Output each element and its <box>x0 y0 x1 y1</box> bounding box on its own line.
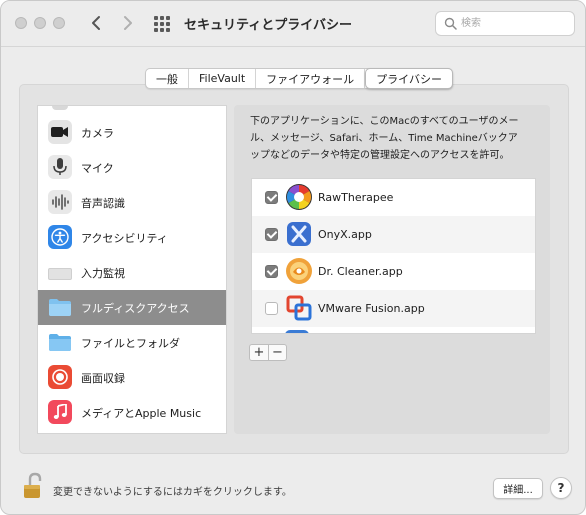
search-field[interactable] <box>435 11 575 36</box>
chevron-right-icon <box>124 16 132 30</box>
close-window-button[interactable] <box>15 17 27 29</box>
speech-recognition-icon <box>48 190 72 214</box>
folder-icon <box>48 295 72 319</box>
window: セキュリティとプライバシー 一般 FileVault ファイアウォール プライバ… <box>0 0 586 515</box>
remove-app-button[interactable]: − <box>268 344 287 361</box>
app-checkbox[interactable] <box>265 302 278 315</box>
location-services-icon <box>52 106 68 110</box>
sidebar-item-label: カメラ <box>81 127 114 140</box>
sidebar-item-accessibility[interactable]: アクセシビリティ <box>38 220 226 255</box>
forward-button[interactable] <box>117 11 139 35</box>
keyboard-icon <box>48 260 72 284</box>
app-name: VMware Fusion.app <box>318 302 425 315</box>
tab-privacy[interactable]: プライバシー <box>365 68 453 89</box>
back-button[interactable] <box>85 11 107 35</box>
list-item[interactable]: OnyX.app <box>252 216 535 253</box>
camera-icon <box>48 120 72 144</box>
onyx-icon <box>285 220 313 248</box>
list-item[interactable]: VMware Fusion.app <box>252 290 535 327</box>
sidebar-item-label: 画面収録 <box>81 372 125 385</box>
window-title: セキュリティとプライバシー <box>184 18 352 33</box>
music-icon <box>48 400 72 424</box>
sidebar-item-screen-recording[interactable]: 画面収録 <box>38 360 226 395</box>
sidebar-item-camera[interactable]: カメラ <box>38 115 226 150</box>
screen-recording-icon <box>48 365 72 389</box>
sidebar-item-label: メディアとApple Music <box>81 407 202 420</box>
tab-bar: 一般 FileVault ファイアウォール プライバシー <box>145 68 453 89</box>
search-input[interactable] <box>461 15 569 32</box>
allowed-apps-list[interactable]: RawTherapee OnyX.app Dr. Cleaner.app VMw… <box>251 178 536 334</box>
list-item[interactable]: Dr. Cleaner.app <box>252 253 535 290</box>
show-all-grid-icon[interactable] <box>154 16 170 32</box>
app-icon-partial <box>285 330 309 333</box>
access-description: 下のアプリケーションに、このMacのすべてのユーザのメー ル、メッセージ、Saf… <box>250 116 519 161</box>
list-item[interactable]: RawTherapee <box>252 179 535 216</box>
sidebar-item-label: フルディスクアクセス <box>81 302 190 315</box>
title-bar: セキュリティとプライバシー <box>1 1 585 47</box>
sidebar-item-label: ファイルとフォルダ <box>81 337 180 350</box>
sidebar-item-full-disk-access[interactable]: フルディスクアクセス <box>38 290 226 325</box>
sidebar-item-microphone[interactable]: マイク <box>38 150 226 185</box>
sidebar-item-media-and-apple-music[interactable]: メディアとApple Music <box>38 395 226 430</box>
sidebar-item-label: アクセシビリティ <box>81 232 168 245</box>
app-name: Dr. Cleaner.app <box>318 265 403 278</box>
privacy-category-list[interactable]: カメラ マイク 音声認識 アクセシビリティ 入力監視 フルディスクアクセス ファ… <box>37 105 227 434</box>
chevron-left-icon <box>92 16 100 30</box>
add-app-button[interactable]: + <box>249 344 268 361</box>
tab-filevault[interactable]: FileVault <box>189 69 257 88</box>
tab-general[interactable]: 一般 <box>146 69 189 88</box>
sidebar-item-label: 音声認識 <box>81 197 125 210</box>
tab-firewall[interactable]: ファイアウォール <box>256 69 366 88</box>
sidebar-item-files-and-folders[interactable]: ファイルとフォルダ <box>38 325 226 360</box>
add-remove-buttons: + − <box>249 344 287 361</box>
lock-hint-text: 変更できないようにするにはカギをクリックします。 <box>53 487 292 498</box>
app-checkbox[interactable] <box>265 265 278 278</box>
folder-icon <box>48 330 72 354</box>
lock-icon[interactable] <box>23 472 45 503</box>
sidebar-item-label: 入力監視 <box>81 267 125 280</box>
sidebar-item-input-monitoring[interactable]: 入力監視 <box>38 255 226 290</box>
vmware-fusion-icon <box>285 294 313 322</box>
microphone-icon <box>48 155 72 179</box>
app-checkbox[interactable] <box>265 191 278 204</box>
minimize-window-button[interactable] <box>34 17 46 29</box>
search-icon <box>444 17 457 30</box>
accessibility-icon <box>48 225 72 249</box>
app-checkbox[interactable] <box>265 228 278 241</box>
advanced-button[interactable]: 詳細... <box>493 478 543 499</box>
app-name: RawTherapee <box>318 191 394 204</box>
dr-cleaner-icon <box>285 257 313 285</box>
sidebar-item-speech-recognition[interactable]: 音声認識 <box>38 185 226 220</box>
help-button[interactable]: ? <box>550 477 572 499</box>
rawtherapee-icon <box>285 183 313 211</box>
sidebar-item-label: マイク <box>81 162 114 175</box>
zoom-window-button[interactable] <box>53 17 65 29</box>
app-name: OnyX.app <box>318 228 372 241</box>
